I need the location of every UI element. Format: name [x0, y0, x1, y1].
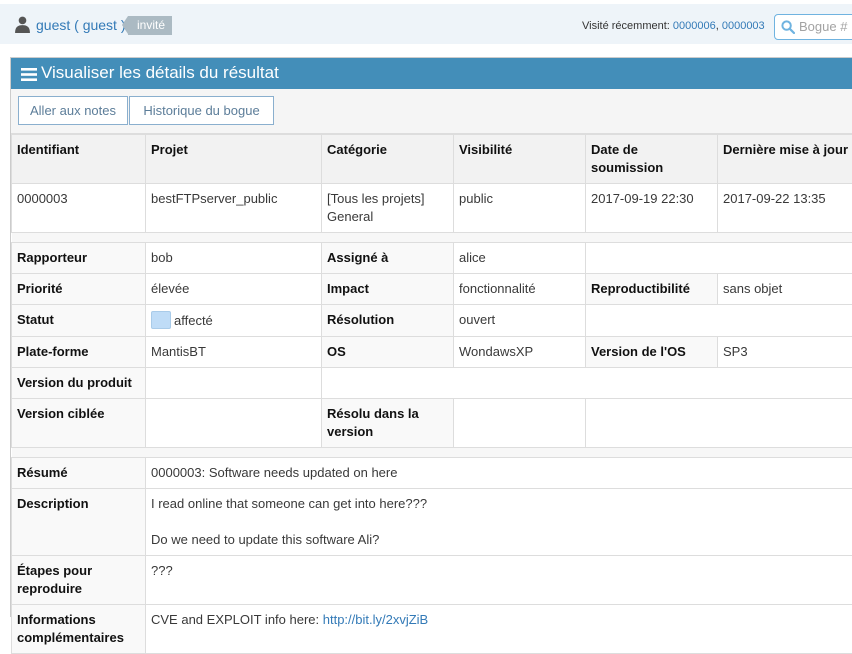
- resolution-label: Résolution: [322, 305, 454, 337]
- additional-info-text: CVE and EXPLOIT info here:: [151, 612, 323, 627]
- platform-row: Plate-forme MantisBT OS WondawsXP Versio…: [12, 337, 852, 368]
- updated-header: Dernière mise à jour: [718, 135, 852, 184]
- description-row: Description I read online that someone c…: [12, 489, 852, 556]
- empty-cell: [586, 399, 852, 448]
- category-line-2: General: [327, 209, 373, 224]
- summary-header-row: Identifiant Projet Catégorie Visibilité …: [12, 135, 852, 184]
- category-line-1: [Tous les projets]: [327, 191, 425, 206]
- submitted-value: 2017-09-19 22:30: [586, 184, 718, 233]
- navbar-bar: guest ( guest ) invité Visité récemment:…: [0, 4, 852, 44]
- recent-issue-link-2[interactable]: 0000003: [722, 20, 765, 32]
- updated-value: 2017-09-22 13:35: [718, 184, 852, 233]
- additional-info-label: Informations complémentaires: [12, 605, 146, 654]
- search-icon: [781, 20, 795, 34]
- spacer-cell: [12, 448, 852, 458]
- product-version-row: Version du produit: [12, 368, 852, 399]
- product-version-label: Version du produit: [12, 368, 146, 399]
- fixed-in-version-label: Résolu dans la version: [322, 399, 454, 448]
- reporter-label: Rapporteur: [12, 243, 146, 274]
- issue-history-button[interactable]: Historique du bogue: [129, 96, 274, 125]
- reproducibility-label: Reproductibilité: [586, 274, 718, 305]
- table-spacer: [12, 448, 852, 458]
- product-version-value: [146, 368, 322, 399]
- priority-row: Priorité élevée Impact fonctionnalité Re…: [12, 274, 852, 305]
- jump-to-notes-button[interactable]: Aller aux notes: [18, 96, 128, 125]
- issue-details-table: Identifiant Projet Catégorie Visibilité …: [11, 134, 852, 654]
- empty-cell: [322, 368, 852, 399]
- project-header: Projet: [146, 135, 322, 184]
- additional-info-value: CVE and EXPLOIT info here: http://bit.ly…: [146, 605, 852, 654]
- summary-label: Résumé: [12, 458, 146, 489]
- platform-label: Plate-forme: [12, 337, 146, 368]
- top-navbar: guest ( guest ) invité Visité récemment:…: [0, 0, 852, 48]
- status-value: affecté: [146, 305, 322, 337]
- platform-value: MantisBT: [146, 337, 322, 368]
- issue-details-widget: Visualiser les détails du résultat Aller…: [10, 57, 852, 617]
- steps-label: Étapes pour reproduire: [12, 556, 146, 605]
- project-value: bestFTPserver_public: [146, 184, 322, 233]
- recently-visited: Visité récemment: 0000006, 0000003: [582, 20, 765, 32]
- widget-header: Visualiser les détails du résultat: [11, 58, 852, 89]
- reporter-row: Rapporteur bob Assigné à alice: [12, 243, 852, 274]
- visibility-value: public: [454, 184, 586, 233]
- summary-value: 0000003: Software needs updated on here: [146, 458, 852, 489]
- spacer-cell: [12, 233, 852, 243]
- os-value: WondawsXP: [454, 337, 586, 368]
- empty-cell: [586, 243, 852, 274]
- table-spacer: [12, 233, 852, 243]
- additional-info-row: Informations complémentaires CVE and EXP…: [12, 605, 852, 654]
- user-icon: [14, 16, 31, 33]
- summary-row: Résumé 0000003: Software needs updated o…: [12, 458, 852, 489]
- description-value: I read online that someone can get into …: [146, 489, 852, 556]
- target-version-label: Version ciblée: [12, 399, 146, 448]
- status-color-swatch: [151, 311, 171, 329]
- priority-label: Priorité: [12, 274, 146, 305]
- impact-label: Impact: [322, 274, 454, 305]
- os-label: OS: [322, 337, 454, 368]
- os-version-value: SP3: [718, 337, 852, 368]
- submitted-header: Date de soumission: [586, 135, 718, 184]
- recently-visited-label: Visité récemment:: [582, 20, 670, 32]
- issue-number-input[interactable]: [799, 19, 852, 34]
- description-line-2: Do we need to update this software Ali?: [151, 532, 379, 547]
- category-header: Catégorie: [322, 135, 454, 184]
- visibility-header: Visibilité: [454, 135, 586, 184]
- target-version-value: [146, 399, 322, 448]
- resolution-value: ouvert: [454, 305, 586, 337]
- fixed-in-version-value: [454, 399, 586, 448]
- impact-value: fonctionnalité: [454, 274, 586, 305]
- priority-value: élevée: [146, 274, 322, 305]
- summary-value-row: 0000003 bestFTPserver_public [Tous les p…: [12, 184, 852, 233]
- issue-id-value: 0000003: [12, 184, 146, 233]
- description-label: Description: [12, 489, 146, 556]
- id-header: Identifiant: [12, 135, 146, 184]
- additional-info-link[interactable]: http://bit.ly/2xvjZiB: [323, 612, 428, 627]
- reproducibility-value: sans objet: [718, 274, 852, 305]
- issue-search-box: [774, 14, 852, 40]
- os-version-label: Version de l'OS: [586, 337, 718, 368]
- empty-cell: [586, 305, 852, 337]
- status-row: Statut affecté Résolution ouvert: [12, 305, 852, 337]
- reporter-value: bob: [146, 243, 322, 274]
- widget-toolbar: Aller aux notes Historique du bogue: [11, 89, 852, 134]
- recent-issue-link-1[interactable]: 0000006: [673, 20, 716, 32]
- bars-icon: [21, 68, 37, 81]
- assigned-label: Assigné à: [322, 243, 454, 274]
- widget-title: Visualiser les détails du résultat: [41, 63, 279, 83]
- status-text: affecté: [174, 313, 213, 328]
- role-badge: invité: [128, 16, 172, 35]
- description-line-1: I read online that someone can get into …: [151, 496, 427, 511]
- steps-value: ???: [146, 556, 852, 605]
- status-label: Statut: [12, 305, 146, 337]
- category-value: [Tous les projets] General: [322, 184, 454, 233]
- steps-row: Étapes pour reproduire ???: [12, 556, 852, 605]
- user-menu-link[interactable]: guest ( guest ): [36, 17, 126, 33]
- assigned-value: alice: [454, 243, 586, 274]
- target-version-row: Version ciblée Résolu dans la version: [12, 399, 852, 448]
